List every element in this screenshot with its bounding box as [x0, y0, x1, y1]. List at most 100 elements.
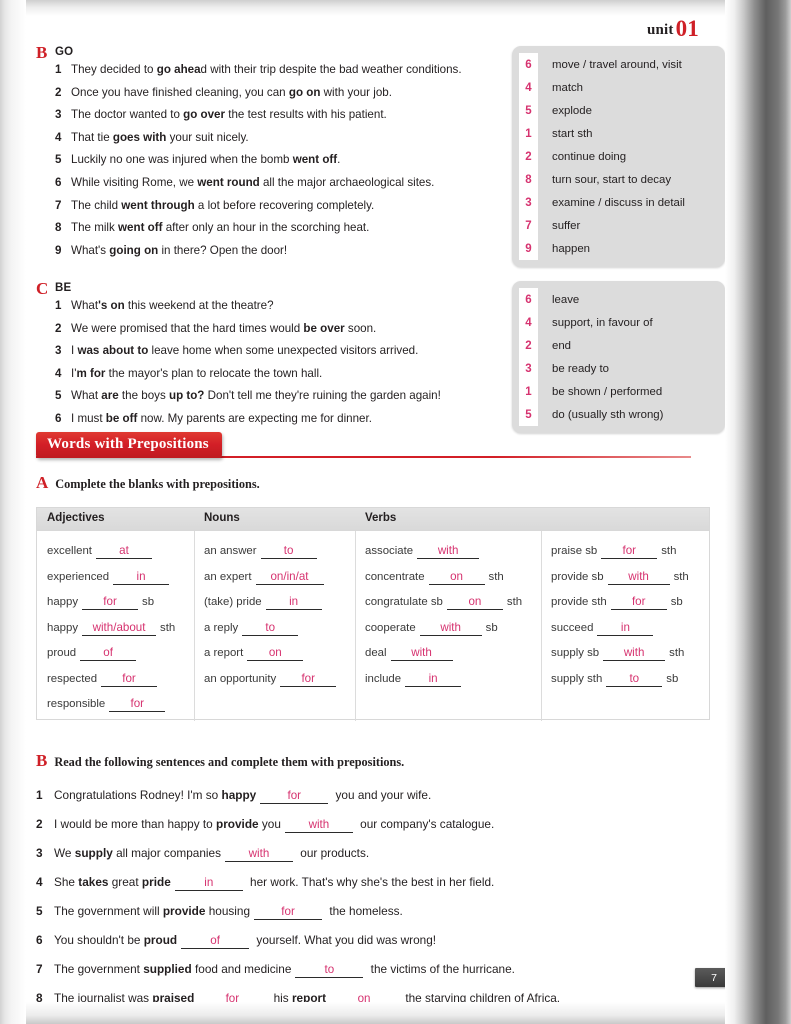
- preposition-prompt: an expert: [204, 570, 252, 583]
- sentence-blank[interactable]: to: [295, 963, 364, 978]
- preposition-prompt: cooperate: [365, 621, 416, 634]
- answer-key-text: support, in favour of: [552, 316, 653, 329]
- answer-key-row: 2 continue doing: [519, 145, 715, 168]
- preposition-blank[interactable]: on: [247, 646, 304, 661]
- table-column-adjectives: excellent at experienced in happy for sb happy w…: [47, 531, 194, 719]
- sentence-blank[interactable]: of: [181, 934, 250, 949]
- preposition-blank[interactable]: with: [390, 646, 453, 661]
- exercise-be-letter: C: [36, 279, 49, 298]
- item-text: I was about to leave home when some unex…: [71, 344, 419, 358]
- list-item: 9 What's going on in there? Open the door…: [55, 244, 506, 258]
- answer-key-row: 3 be ready to: [519, 357, 715, 380]
- preposition-suffix: sth: [661, 545, 677, 557]
- item-number: 7: [36, 962, 43, 976]
- answer-key-row: 7 suffer: [519, 214, 715, 237]
- item-text: I must be off now. My parents are expect…: [71, 411, 372, 425]
- item-text: That tie goes with your suit nicely.: [71, 130, 249, 144]
- item-number: 5: [55, 153, 62, 167]
- sentence-blank[interactable]: for: [260, 789, 329, 804]
- list-item: 7 The government supplied food and medici…: [36, 962, 676, 978]
- preposition-prompt: responsible: [47, 698, 106, 710]
- preposition-suffix: sth: [506, 596, 523, 608]
- answer-key-row: 1 be shown / performed: [519, 380, 715, 403]
- table-divider-2: [355, 531, 356, 721]
- preposition-blank[interactable]: on/in/at: [255, 570, 324, 585]
- preposition-prompt: associate: [365, 545, 414, 557]
- preposition-blank[interactable]: of: [80, 646, 137, 661]
- preposition-blank[interactable]: to: [242, 621, 299, 636]
- preposition-blank[interactable]: for: [601, 544, 658, 559]
- exercise-go-letter: B: [36, 43, 48, 62]
- preposition-blank[interactable]: for: [109, 697, 166, 712]
- answer-key-text: explode: [552, 104, 592, 117]
- preposition-blank[interactable]: to: [260, 544, 317, 559]
- preposition-blank[interactable]: for: [82, 595, 139, 610]
- preposition-blank[interactable]: at: [95, 544, 152, 559]
- preposition-blank[interactable]: in: [597, 621, 654, 636]
- preposition-row: happy with/about sth: [47, 621, 194, 647]
- table-header-verbs: Verbs: [365, 512, 397, 524]
- preposition-blank[interactable]: on: [446, 595, 503, 610]
- table-column-verbs-2: praise sb for sth provide sb with sth provide …: [551, 531, 711, 719]
- preposition-prompt: supply sth: [551, 672, 603, 685]
- answer-key-row: 5 explode: [519, 99, 715, 122]
- preposition-prompt: succeed: [551, 621, 594, 634]
- preposition-blank[interactable]: with: [417, 544, 480, 559]
- sentence-blank[interactable]: for: [198, 992, 267, 1007]
- answer-key-number: 1: [519, 380, 538, 403]
- preposition-blank[interactable]: in: [113, 570, 170, 585]
- preposition-row: experienced in: [47, 570, 194, 596]
- item-text: What's going on in there? Open the door!: [71, 243, 288, 257]
- answer-key-row: 5 do (usually sth wrong): [519, 403, 715, 426]
- preposition-blank[interactable]: in: [265, 595, 322, 610]
- preposition-blank[interactable]: for: [610, 595, 667, 610]
- answer-key-number: 9: [519, 237, 538, 260]
- preposition-row: praise sb for sth: [551, 544, 711, 570]
- preposition-blank[interactable]: with/about: [82, 621, 157, 636]
- item-text: I'm for the mayor's plan to relocate the…: [71, 366, 323, 380]
- preposition-blank[interactable]: with: [607, 570, 670, 585]
- item-number: 1: [55, 63, 62, 76]
- preposition-row: a reply to: [204, 621, 355, 647]
- preposition-blank[interactable]: for: [280, 672, 337, 687]
- exercise-be-title: BE: [55, 282, 72, 294]
- item-number: 7: [55, 198, 62, 212]
- preposition-blank[interactable]: with: [603, 646, 666, 661]
- preposition-blank[interactable]: in: [405, 672, 462, 687]
- preposition-prompt: an answer: [204, 545, 257, 557]
- list-item: 6 I must be off now. My parents are expec…: [55, 412, 506, 426]
- item-text: The government supplied food and medicin…: [54, 962, 515, 978]
- sentence-blank[interactable]: on: [330, 992, 399, 1007]
- preposition-blank[interactable]: for: [101, 672, 158, 687]
- preposition-blank[interactable]: with: [419, 621, 482, 636]
- item-text: Luckily no one was injured when the bomb…: [71, 153, 341, 167]
- item-number: 3: [36, 846, 43, 860]
- list-item: 1 They decided to go ahead with their tri…: [55, 63, 506, 77]
- prepositions-table-header: Adjectives Nouns Verbs: [37, 508, 709, 531]
- sentence-blank[interactable]: with: [284, 818, 353, 833]
- item-text: I would be more than happy to provide yo…: [54, 817, 495, 833]
- preposition-row: respected for: [47, 672, 194, 698]
- answer-key-number: 6: [519, 53, 538, 76]
- answer-key-row: 1 start sth: [519, 122, 715, 145]
- list-item: 5 The government will provide housing for …: [36, 904, 676, 920]
- preposition-blank[interactable]: to: [606, 672, 663, 687]
- item-number: 2: [55, 85, 62, 99]
- answer-key-go-rows: 6 move / travel around, visit 4 match 5 explo…: [519, 53, 715, 260]
- sentence-blank[interactable]: in: [174, 876, 243, 891]
- answer-key-number: 3: [519, 357, 538, 380]
- exercise-go-sentence-list: 1 They decided to go ahead with their tri…: [55, 63, 506, 258]
- preposition-blank[interactable]: on: [428, 570, 485, 585]
- prepositions-table: Adjectives Nouns Verbs excellent at experi…: [36, 507, 711, 721]
- answer-key-text: leave: [552, 293, 580, 306]
- answer-key-text: turn sour, start to decay: [552, 173, 672, 186]
- task-a-heading: A Complete the blanks with prepositions.: [36, 473, 260, 493]
- sentence-blank[interactable]: for: [254, 905, 323, 920]
- answer-key-go: 6 move / travel around, visit 4 match 5 explo…: [512, 46, 725, 267]
- answer-key-number: 7: [519, 214, 538, 237]
- answer-key-number: 5: [519, 99, 538, 122]
- sentence-blank[interactable]: with: [224, 847, 293, 862]
- exercise-be: C BE 1 What's on this weekend at the thea…: [36, 279, 506, 435]
- answer-key-be-rows: 6 leave 4 support, in favour of 2 end 3 be read…: [519, 288, 715, 426]
- item-number: 8: [55, 221, 62, 235]
